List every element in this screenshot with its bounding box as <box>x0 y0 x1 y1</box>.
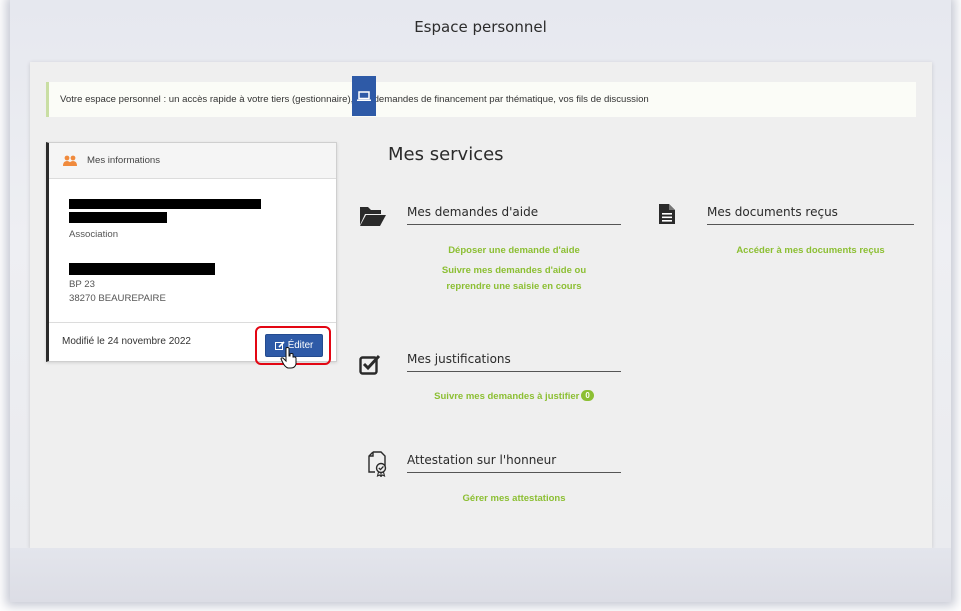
suivre-demandes-link[interactable]: Suivre mes demandes d'aide ou reprendre … <box>407 263 621 295</box>
certificate-icon <box>368 451 387 477</box>
info-card-body: Association BP 23 38270 BEAUREPAIRE <box>49 179 336 323</box>
justifications-title: Mes justifications <box>407 352 621 372</box>
page-title: Espace personnel <box>414 18 547 36</box>
services-badge <box>352 76 376 116</box>
suivre-demandes-line1: Suivre mes demandes d'aide ou <box>441 265 587 276</box>
services-title: Mes services <box>388 144 504 165</box>
footer-band <box>10 548 951 602</box>
justifications-count-badge: 0 <box>581 390 594 401</box>
info-card-title: Mes informations <box>87 155 161 166</box>
demandes-title: Mes demandes d'aide <box>407 205 621 225</box>
address-line1: BP 23 <box>69 279 95 290</box>
suivre-demandes-line2: reprendre une saisie en cours <box>446 281 582 292</box>
attestations-link[interactable]: Gérer mes attestations <box>407 491 621 507</box>
documents-title: Mes documents reçus <box>707 205 914 225</box>
justifications-link-label: Suivre mes demandes à justifier <box>434 391 580 402</box>
info-banner: Votre espace personnel : un accès rapide… <box>46 82 916 117</box>
hand-pointer-icon <box>280 347 297 369</box>
info-card: Mes informations Association BP 23 38270… <box>46 142 337 365</box>
deposer-demande-link[interactable]: Déposer une demande d'aide <box>407 243 621 259</box>
checkbox-icon <box>359 354 381 375</box>
entity-type: Association <box>69 229 119 240</box>
info-card-header: Mes informations <box>49 143 336 179</box>
attestation-title: Attestation sur l'honneur <box>407 453 621 473</box>
modified-date: Modifié le 24 novembre 2022 <box>62 336 191 347</box>
laptop-icon <box>357 91 371 101</box>
documents-link[interactable]: Accéder à mes documents reçus <box>707 243 914 259</box>
users-icon <box>63 155 77 166</box>
justifications-link[interactable]: Suivre mes demandes à justifier 0 <box>407 389 621 405</box>
folder-open-icon <box>360 207 386 226</box>
file-text-icon <box>659 204 675 224</box>
redacted-address <box>69 263 215 275</box>
redacted-name-line1 <box>69 199 261 209</box>
redacted-name-line2 <box>69 212 167 223</box>
address-line2: 38270 BEAUREPAIRE <box>69 293 166 304</box>
app-frame: Espace personnel Votre espace personnel … <box>10 0 951 602</box>
